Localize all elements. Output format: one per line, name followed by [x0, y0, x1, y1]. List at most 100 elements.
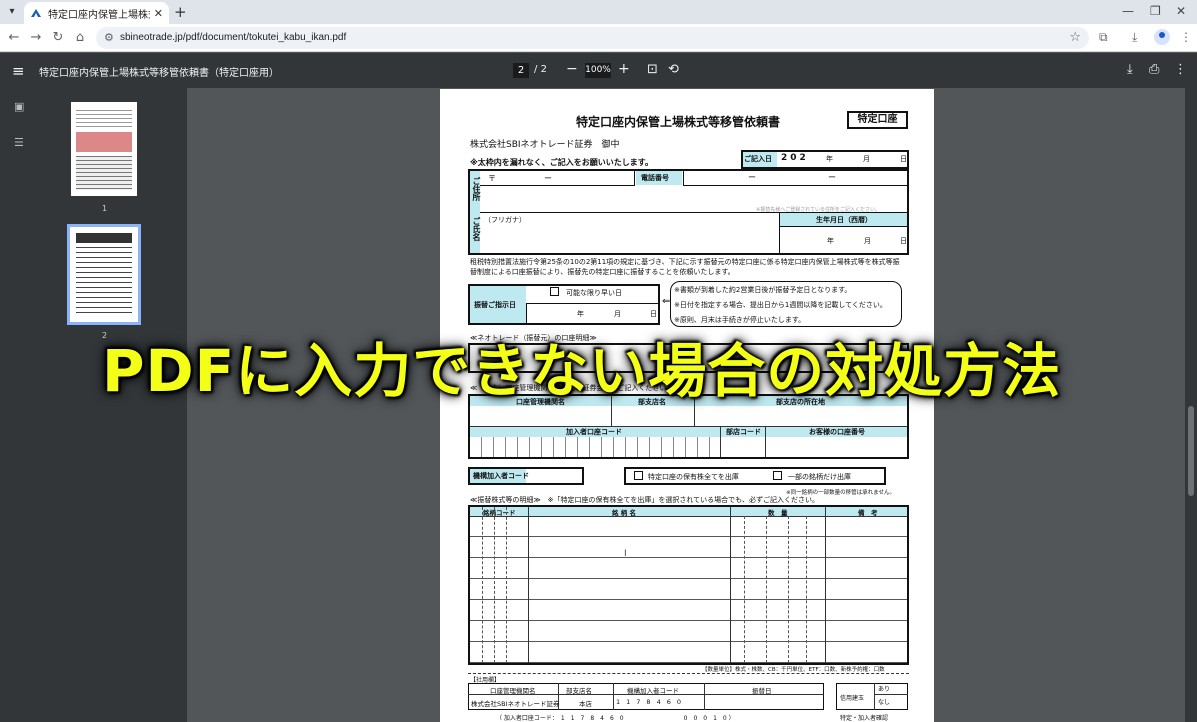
- tab-title: 特定口座内保管上場株式等移管: [48, 9, 150, 21]
- office-code-digit: 4: [656, 698, 667, 706]
- scrollbar-thumb[interactable]: [1188, 406, 1194, 496]
- birth-year-unit: 年: [827, 237, 834, 245]
- site-info-icon[interactable]: ⚙: [104, 31, 114, 44]
- pdf-toolbar: ≡ 特定口座内保管上場株式等移管依頼書（特定口座用） 2 / 2 − 100% …: [0, 53, 1197, 88]
- back-icon[interactable]: ←: [6, 30, 22, 45]
- outline-view-icon[interactable]: ☰: [14, 136, 24, 149]
- browser-menu-icon[interactable]: ⋮: [1180, 30, 1192, 44]
- restore-icon[interactable]: ❐: [1150, 4, 1161, 18]
- addressee: 株式会社SBIネオトレード証券 御中: [470, 140, 620, 150]
- year-prefix: 202: [781, 153, 809, 163]
- instruction-note: ※太枠内を漏れなく、ご記入をお願いいたします。: [470, 158, 653, 167]
- page-thumbnail-2[interactable]: [67, 224, 141, 325]
- office-code-digit: 1: [626, 698, 637, 706]
- hamburger-menu-icon[interactable]: ≡: [12, 62, 25, 80]
- text-cursor-icon: I: [624, 549, 627, 559]
- url-text[interactable]: sbineotrade.jp/pdf/document/tokutei_kabu…: [120, 32, 346, 43]
- asap-label: 可能な限り早い日: [566, 289, 622, 297]
- page-count: / 2: [534, 64, 547, 75]
- office-col-date: 振替日: [752, 687, 772, 695]
- tab-search-icon[interactable]: ▾: [4, 4, 20, 20]
- name-label: ご氏名: [472, 217, 481, 241]
- zoom-in-icon[interactable]: +: [618, 61, 630, 77]
- zoom-input[interactable]: 100%: [585, 63, 611, 78]
- overlay-caption: PDFに入力できない場合の対処方法: [102, 337, 1062, 405]
- details-heading: ≪振替株式等の明細≫ ※「特定口座の保有株全てを出庫」を選択されている場合でも、…: [470, 496, 819, 504]
- vertical-scrollbar[interactable]: [1185, 88, 1197, 722]
- phone-label: 電話番号: [641, 174, 669, 182]
- bookmark-star-icon[interactable]: ☆: [1069, 30, 1081, 45]
- profile-avatar[interactable]: [1154, 29, 1170, 45]
- partial-checkbox[interactable]: [773, 471, 782, 480]
- account-number-label: お客様の口座番号: [809, 428, 865, 436]
- participant-code-bottom: （ 加入者口座コード： 1 1 7 8 4 6 0 0 0 0 1 0 ）: [496, 715, 735, 722]
- page-thumbnail-1[interactable]: [71, 102, 137, 196]
- pdf-download-icon[interactable]: ⤓: [1127, 62, 1133, 77]
- reload-icon[interactable]: ↻: [50, 30, 66, 45]
- forward-icon[interactable]: →: [28, 30, 44, 45]
- office-branch-value: 本店: [579, 700, 592, 708]
- credit-label: 信用建玉: [840, 695, 865, 702]
- minimize-icon[interactable]: —: [1122, 4, 1134, 18]
- omnibox[interactable]: ⚙ sbineotrade.jp/pdf/document/tokutei_ka…: [96, 27, 1089, 49]
- print-icon[interactable]: ⎙: [1149, 62, 1159, 77]
- transfer-day-unit: 日: [650, 310, 657, 318]
- page-number-input[interactable]: 2: [513, 63, 529, 78]
- transfer-month-unit: 月: [614, 310, 621, 318]
- office-code-value: 1178460: [616, 698, 687, 706]
- new-tab-icon[interactable]: +: [174, 3, 187, 21]
- download-icon[interactable]: ⤓: [1132, 30, 1137, 45]
- all-holdings-checkbox[interactable]: [634, 471, 643, 480]
- form-title: 特定口座内保管上場株式等移管依頼書: [576, 115, 781, 129]
- note-2: ※日付を指定する場合、提出日から1週間以降を記載してください。: [674, 301, 887, 309]
- confirm-label: 特定・加入者確認: [840, 715, 889, 722]
- zoom-out-icon[interactable]: −: [566, 61, 578, 77]
- transfer-date-label: 振替ご指示日: [474, 301, 516, 309]
- home-icon[interactable]: ⌂: [72, 30, 88, 45]
- transfer-year-unit: 年: [577, 310, 584, 318]
- phone-field[interactable]: [683, 170, 907, 186]
- org-code-label: 機構加入者コード: [473, 472, 529, 480]
- tab-close-icon[interactable]: ✕: [154, 7, 163, 20]
- asap-checkbox[interactable]: [550, 287, 559, 296]
- browser-tab[interactable]: 特定口座内保管上場株式等移管 ✕: [24, 2, 169, 24]
- window-close-icon[interactable]: ✕: [1176, 4, 1186, 18]
- quantity-footnote: 【数量単位】株式・株数、CB：千円単位、ETF：口数、新株予約権：口数: [702, 667, 885, 673]
- entry-date-label: ご記入日: [744, 155, 772, 163]
- office-col-code: 機構加入者コード: [627, 687, 679, 695]
- rotate-icon[interactable]: ⟲: [668, 62, 679, 77]
- branch-code-label: 部店コード: [726, 428, 761, 436]
- office-code-digit: 1: [616, 698, 627, 706]
- office-col-branch: 部支店名: [566, 687, 592, 695]
- participant-code-label: 加入者口座コード: [566, 428, 622, 436]
- transfer-date-field[interactable]: [526, 303, 658, 323]
- office-code-digit: 0: [676, 698, 687, 706]
- postal-code-field[interactable]: [480, 170, 635, 186]
- office-code-digit: 8: [646, 698, 657, 706]
- birthdate-field[interactable]: [779, 226, 907, 253]
- office-col-org: 口座管理機関名: [490, 687, 536, 695]
- legal-paragraph: 租税特別措置法施行令第25条の10の2第11項の規定に基づき、下記に示す振替元の…: [470, 258, 900, 276]
- credit-no: なし: [878, 699, 891, 706]
- date-day-unit: 日: [900, 155, 907, 163]
- participant-code-field[interactable]: [470, 437, 720, 457]
- office-org-value: 株式会社SBIネオトレード証券: [471, 700, 560, 708]
- birth-month-unit: 月: [864, 237, 871, 245]
- extensions-icon[interactable]: ⧉: [1099, 30, 1108, 45]
- details-rows[interactable]: [470, 516, 907, 663]
- page-separator: /: [534, 64, 538, 75]
- sbi-favicon-icon: [31, 9, 41, 17]
- all-holdings-label: 特定口座の保有株全てを出庫: [648, 473, 739, 481]
- total-pages: 2: [540, 64, 547, 75]
- tokutei-badge: 特定口座: [847, 111, 908, 129]
- pdf-more-icon[interactable]: ⋮: [1174, 62, 1187, 77]
- date-month-unit: 月: [863, 155, 870, 163]
- address-note: ※振替先様へご登録されている住所をご記入ください。: [756, 207, 881, 213]
- year-digit: 2: [799, 153, 809, 163]
- year-digit: 2: [781, 153, 791, 163]
- thumbnail-label-1: 1: [102, 204, 108, 213]
- fit-page-icon[interactable]: ⊡: [647, 62, 658, 77]
- address-bar: ← → ↻ ⌂ ⚙ sbineotrade.jp/pdf/document/to…: [0, 24, 1197, 52]
- credit-yes: あり: [878, 686, 891, 693]
- thumbnails-view-icon[interactable]: ▣: [14, 100, 24, 113]
